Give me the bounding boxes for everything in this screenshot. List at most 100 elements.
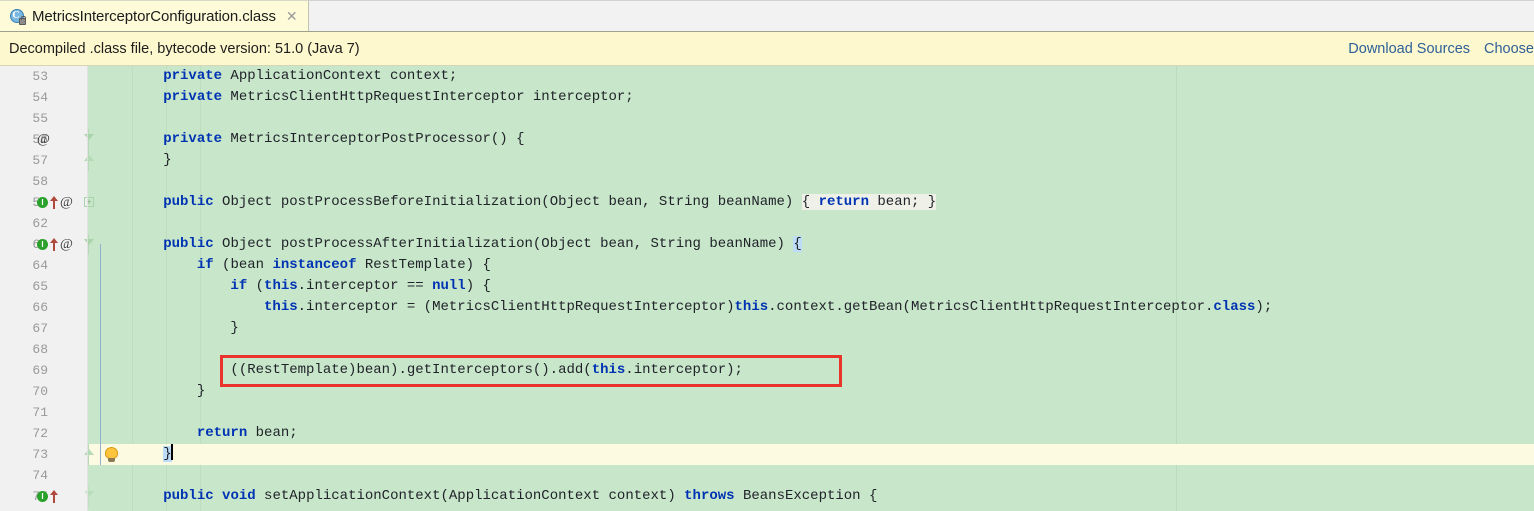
decompiled-notification-bar: Decompiled .class file, bytecode version… [0,32,1534,66]
gutter-row[interactable]: 55 [0,108,88,129]
gutter-row[interactable]: 64 [0,255,88,276]
text-caret [170,444,173,460]
editor-gutter[interactable]: 53 54 55 56@ 57 58 59@+ 62 63@ 64 65 66 67 68 69 70 71 72… [0,66,118,511]
implementing-method-icon[interactable] [37,491,48,502]
code-line[interactable]: if (bean instanceof RestTemplate) { [88,255,1534,276]
line-number: 71 [32,405,48,420]
annotation-at-icon[interactable]: @ [60,237,73,252]
code-line[interactable]: } [88,318,1534,339]
line-number: 55 [32,111,48,126]
gutter-row[interactable]: 73 [0,444,118,465]
gutter-row[interactable]: 70 [0,381,88,402]
gutter-row[interactable]: 65 [0,276,88,297]
code-line[interactable] [88,171,1534,192]
code-token: return [196,425,248,441]
annotation-at-icon[interactable]: @ [37,132,50,147]
gutter-row[interactable]: 75 [0,486,94,507]
code-token: .interceptor == [297,278,433,294]
gutter-row[interactable]: 57 [0,150,94,171]
overriding-method-icon[interactable] [50,490,58,503]
code-token: if [196,257,214,273]
code-line[interactable]: ((RestTemplate)bean).getInterceptors().a… [88,360,1534,381]
editor-tab-bar: C MetricsInterceptorConfiguration.class … [0,0,1534,32]
method-scope-indicator [100,244,101,465]
download-sources-link[interactable]: Download Sources [1348,41,1470,57]
code-line[interactable]: public Object postProcessAfterInitializa… [88,234,1534,255]
line-number: 74 [32,468,48,483]
gutter-row[interactable]: 71 [0,402,88,423]
code-line[interactable]: public Object postProcessBeforeInitializ… [88,192,1534,213]
gutter-row[interactable]: 74 [0,465,88,486]
gutter-row[interactable]: 54 [0,87,88,108]
intention-bulb-icon[interactable] [104,447,119,463]
line-number: 68 [32,342,48,357]
code-token: } [96,383,206,399]
java-class-file-icon: C [9,8,26,25]
code-token: MetricsInterceptorPostProcessor() { [222,131,525,147]
overriding-method-icon[interactable] [50,196,58,209]
code-token: .interceptor = (MetricsClientHttpRequest… [297,299,735,315]
gutter-row[interactable]: 58 [0,171,88,192]
code-token: void [222,488,256,504]
code-token: bean; [247,425,298,441]
code-token: ) { [465,278,491,294]
editor-tab-active[interactable]: C MetricsInterceptorConfiguration.class … [0,0,309,31]
annotation-at-icon[interactable]: @ [60,195,73,210]
code-token: .context.getBean(MetricsClientHttpReques… [768,299,1214,315]
gutter-row[interactable]: 68 [0,339,88,360]
line-number: 73 [32,447,48,462]
gutter-row[interactable]: 72 [0,423,88,444]
gutter-row[interactable]: 66 [0,297,88,318]
code-line[interactable] [88,108,1534,129]
notification-message: Decompiled .class file, bytecode version… [9,40,360,57]
line-number: 67 [32,321,48,336]
gutter-row[interactable]: 69 [0,360,88,381]
close-icon[interactable]: ✕ [282,7,300,26]
code-line[interactable]: } [88,444,1534,465]
code-token: ( [247,278,265,294]
code-token: RestTemplate) { [356,257,491,273]
code-lines[interactable]: private ApplicationContext context; priv… [88,66,1534,507]
gutter-row[interactable]: 63@ [0,234,94,255]
code-line[interactable]: private MetricsInterceptorPostProcessor(… [88,129,1534,150]
implementing-method-icon[interactable] [37,239,48,250]
gutter-row[interactable]: 53 [0,66,88,87]
code-line[interactable]: private MetricsClientHttpRequestIntercep… [88,87,1534,108]
code-editor[interactable]: private ApplicationContext context; priv… [0,66,1534,511]
code-content-area[interactable]: private ApplicationContext context; priv… [88,66,1534,511]
code-token: private [163,89,223,105]
code-line[interactable]: if (this.interceptor == null) { [88,276,1534,297]
code-token: ); [1255,299,1273,315]
code-token: null [432,278,466,294]
choose-sources-link[interactable]: Choose [1484,41,1534,57]
code-line[interactable]: return bean; [88,423,1534,444]
code-line[interactable] [88,465,1534,486]
line-number: 72 [32,426,48,441]
code-line[interactable]: private ApplicationContext context; [88,66,1534,87]
code-line[interactable]: } [88,381,1534,402]
code-token: this [734,299,769,315]
code-token: public [163,194,214,210]
code-token: BeansException { [734,488,878,504]
code-line[interactable] [88,213,1534,234]
gutter-row[interactable]: 67 [0,318,88,339]
gutter-row[interactable]: 62 [0,213,88,234]
line-number: 62 [32,216,48,231]
code-line[interactable]: } [88,150,1534,171]
overriding-method-icon[interactable] [50,238,58,251]
code-line[interactable]: public void setApplicationContext(Applic… [88,486,1534,507]
implementing-method-icon[interactable] [37,197,48,208]
code-line[interactable] [88,339,1534,360]
code-token: (bean [213,257,273,273]
code-line[interactable]: this.interceptor = (MetricsClientHttpReq… [88,297,1534,318]
code-line[interactable] [88,402,1534,423]
gutter-row[interactable]: 59@+ [0,192,94,213]
gutter-row[interactable]: 56 @ [0,129,94,150]
code-token: private [163,131,223,147]
